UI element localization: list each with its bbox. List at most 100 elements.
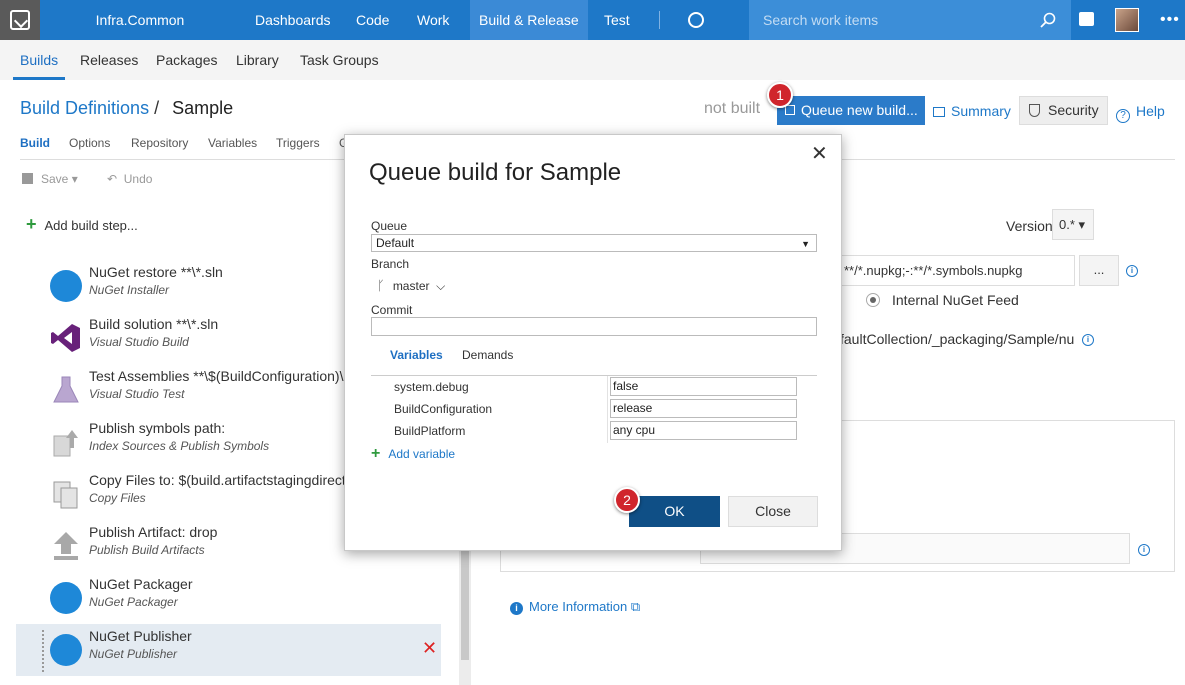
nav-dashboards[interactable]: Dashboards (251, 0, 335, 40)
help-icon: ? (1116, 109, 1130, 123)
breadcrumb-separator: / (154, 98, 160, 118)
commit-label: Commit (371, 303, 413, 317)
nuget-icon (50, 270, 82, 302)
branch-label: Branch (371, 257, 410, 271)
tab-demands[interactable]: Demands (462, 348, 513, 362)
tab-builds[interactable]: Builds (13, 40, 66, 80)
undo-button[interactable]: ↶ Undo (107, 172, 152, 186)
build-step-nuget-publisher[interactable]: NuGet Publisher NuGet Publisher ✕ (16, 624, 441, 676)
breadcrumb-build-definitions[interactable]: Build Definitions (20, 98, 149, 118)
avatar[interactable] (1115, 8, 1139, 32)
upload-icon (54, 532, 78, 560)
queue-value: Default (376, 236, 415, 250)
step-title: Publish symbols path: (89, 420, 226, 436)
variable-value-input[interactable]: any cpu (610, 421, 797, 440)
chevron-down-icon: ⌵ (432, 279, 446, 293)
save-label: Save (41, 172, 69, 186)
feed-url-input[interactable]: faultCollection/_packaging/Sample/nu (840, 325, 1075, 356)
step-subtitle: NuGet Packager (89, 595, 178, 609)
step-subtitle: Visual Studio Test (89, 387, 185, 401)
variable-name: system.debug (394, 380, 469, 394)
step-title: Build solution **\*.sln (89, 316, 219, 332)
add-build-step-button[interactable]: + Add build step... (26, 214, 138, 235)
branch-value: master (392, 279, 430, 293)
search-icon[interactable] (1040, 12, 1056, 28)
copy-files-icon (53, 481, 78, 509)
breadcrumb: Build Definitions / Sample (20, 98, 233, 119)
vsts-logo-icon[interactable] (0, 0, 40, 40)
queue-new-build-button[interactable]: Queue new build... (777, 96, 925, 125)
info-icon[interactable]: i (1082, 334, 1094, 346)
variable-column-divider (607, 376, 608, 443)
feed-radio[interactable] (866, 293, 880, 307)
step-subtitle: Publish Build Artifacts (89, 543, 205, 557)
search-box[interactable]: Search work items (749, 0, 1071, 40)
browse-button[interactable]: ... (1079, 255, 1119, 286)
nav-test[interactable]: Test (600, 0, 634, 40)
project-name[interactable]: Infra.Common (40, 0, 240, 40)
flask-icon (53, 376, 79, 403)
delete-step-icon[interactable]: ✕ (422, 638, 437, 659)
nav-build-release[interactable]: Build & Release (470, 0, 588, 40)
nav-code[interactable]: Code (352, 0, 393, 40)
ok-button[interactable]: OK (629, 496, 720, 527)
step-title: NuGet Publisher (89, 628, 192, 644)
search-input[interactable]: Search work items (763, 12, 878, 28)
nuget-publisher-icon (50, 634, 82, 666)
dropdown-arrow-icon: ▼ (801, 239, 810, 249)
version-label: Version (1006, 218, 1053, 234)
more-icon[interactable]: ••• (1160, 11, 1180, 29)
branch-icon: ᚴ (377, 278, 385, 293)
steps-scrollbar-thumb[interactable] (461, 540, 469, 660)
queue-select[interactable]: Default ▼ (371, 234, 817, 252)
info-icon[interactable]: i (1126, 265, 1138, 277)
close-icon[interactable]: ✕ (811, 141, 828, 166)
help-link[interactable]: ? Help (1116, 103, 1165, 123)
more-information-link[interactable]: i More Information ⧉ (510, 599, 640, 615)
add-variable-button[interactable]: + Add variable (371, 445, 455, 463)
step-subtitle: NuGet Publisher (89, 647, 178, 661)
tab-releases[interactable]: Releases (80, 40, 138, 80)
definition-name: Sample (172, 98, 234, 118)
def-tab-triggers[interactable]: Triggers (276, 136, 320, 150)
drag-handle[interactable] (42, 630, 45, 672)
visual-studio-icon (51, 324, 80, 352)
callout-badge-1: 1 (767, 82, 793, 108)
queue-new-build-label: Queue new build... (801, 102, 918, 118)
security-label: Security (1048, 102, 1099, 118)
security-button[interactable]: Security (1019, 96, 1108, 125)
save-button[interactable]: Save ▾ (22, 172, 78, 186)
def-tab-build[interactable]: Build (20, 136, 50, 150)
branch-selector[interactable]: ᚴ master ⌵ (377, 278, 445, 294)
publish-symbols-icon (53, 430, 78, 457)
queue-icon (785, 105, 795, 115)
info-icon[interactable]: i (1138, 544, 1150, 556)
nav-work[interactable]: Work (413, 0, 453, 40)
version-value: 0.* (1059, 217, 1075, 232)
queue-label: Queue (371, 219, 408, 233)
gear-icon[interactable] (688, 12, 704, 28)
variable-name: BuildConfiguration (394, 402, 493, 416)
variable-value-input[interactable]: false (610, 377, 797, 396)
tab-task-groups[interactable]: Task Groups (300, 40, 379, 80)
tab-variables[interactable]: Variables (390, 348, 443, 362)
summary-link[interactable]: Summary (933, 103, 1011, 119)
def-tab-options[interactable]: Options (69, 136, 110, 150)
tab-packages[interactable]: Packages (156, 40, 217, 80)
step-subtitle: Index Sources & Publish Symbols (89, 439, 270, 453)
build-step-nuget-packager[interactable]: NuGet Packager NuGet Packager (16, 572, 441, 624)
help-label: Help (1136, 103, 1165, 119)
add-build-step-label: Add build step... (44, 218, 138, 233)
version-select[interactable]: 0.* ▾ (1052, 209, 1094, 240)
def-tab-repository[interactable]: Repository (131, 136, 188, 150)
step-title: Test Assemblies **\$(BuildConfiguration)… (89, 368, 344, 384)
close-button[interactable]: Close (728, 496, 818, 527)
def-tab-variables[interactable]: Variables (208, 136, 257, 150)
marketplace-bag-icon[interactable] (1079, 12, 1094, 26)
summary-label: Summary (951, 103, 1011, 119)
feed-option-label: Internal NuGet Feed (892, 292, 1019, 308)
commit-input[interactable] (371, 317, 817, 336)
package-pattern-input[interactable]: **/*.nupkg;-:**/*.symbols.nupkg (840, 255, 1075, 286)
tab-library[interactable]: Library (236, 40, 279, 80)
variable-value-input[interactable]: release (610, 399, 797, 418)
